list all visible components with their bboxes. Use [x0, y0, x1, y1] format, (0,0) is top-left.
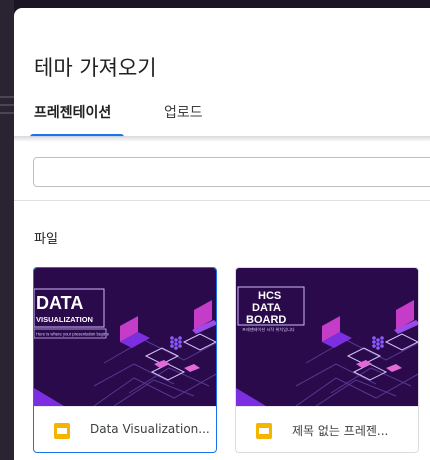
- search-input[interactable]: [33, 157, 430, 187]
- thumb-title-line-1: HCS: [258, 290, 281, 302]
- thumb-subtitle: 프레젠테이션 시작 위치입니다: [242, 326, 295, 333]
- google-slides-icon: [256, 423, 272, 439]
- files-section-label: 파일: [34, 232, 58, 247]
- file-card-data-visualization[interactable]: DATA VISUALIZATION Here is where your pr…: [33, 267, 217, 453]
- tab-upload[interactable]: 업로드: [164, 102, 203, 122]
- file-name: Data Visualization...: [90, 422, 210, 436]
- tab-bar-shadow: [14, 136, 430, 142]
- tab-bar: 프레젠테이션 업로드: [14, 92, 430, 138]
- file-card-footer: Data Visualization...: [34, 406, 216, 452]
- tab-presentation[interactable]: 프레젠테이션: [34, 102, 111, 122]
- thumb-title-line-2: DATA: [252, 302, 281, 314]
- google-slides-icon: [54, 423, 70, 439]
- divider: [14, 200, 430, 201]
- dialog-title: 테마 가져오기: [34, 56, 157, 80]
- file-thumbnail: DATA VISUALIZATION Here is where your pr…: [34, 268, 216, 406]
- thumb-title-line-2: VISUALIZATION: [36, 315, 93, 324]
- file-name: 제목 없는 프레젠...: [292, 424, 389, 438]
- import-theme-dialog: 테마 가져오기 프레젠테이션 업로드 파일 DATA VISUALIZATION…: [14, 8, 430, 460]
- thumb-subtitle: Here is where your presentation begins: [36, 332, 109, 337]
- file-thumbnail: HCS DATA BOARD 프레젠테이션 시작 위치입니다: [236, 268, 418, 406]
- background-app-strip: [0, 0, 14, 460]
- file-card-untitled-presentation[interactable]: HCS DATA BOARD 프레젠테이션 시작 위치입니다 제목 없는 프레젠…: [235, 267, 419, 453]
- file-card-footer: 제목 없는 프레젠...: [236, 406, 418, 452]
- thumb-title-line-1: DATA: [36, 293, 83, 313]
- thumb-title-line-3: BOARD: [246, 314, 286, 326]
